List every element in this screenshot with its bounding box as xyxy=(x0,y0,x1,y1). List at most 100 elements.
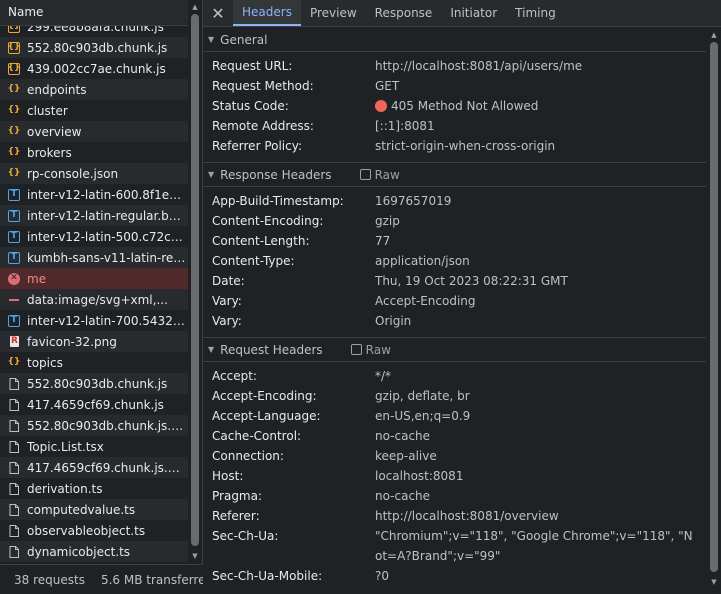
raw-label: Raw xyxy=(365,342,391,357)
request-name: inter-v12-latin-700.54321e... xyxy=(27,313,188,328)
tab-timing[interactable]: Timing xyxy=(506,0,565,26)
scroll-up-arrow-icon[interactable]: ▲ xyxy=(710,31,718,39)
header-row: Accept: */* xyxy=(203,366,706,386)
font-file-icon: T xyxy=(8,209,20,222)
request-row[interactable]: computedvalue.ts xyxy=(0,499,188,520)
request-row[interactable]: 552.80c903db.chunk.js.map xyxy=(0,415,188,436)
header-value: gzip, deflate, br xyxy=(375,389,470,403)
request-row[interactable]: {} rp-console.json xyxy=(0,163,188,184)
header-value-cell: strict-origin-when-cross-origin xyxy=(375,136,706,156)
header-row: Pragma: no-cache xyxy=(203,486,706,506)
header-value: "Chromium";v="118", "Google Chrome";v="1… xyxy=(375,529,693,563)
scrollbar-thumb[interactable] xyxy=(191,14,199,546)
header-value: application/json xyxy=(375,254,470,268)
header-value-cell: 405 Method Not Allowed xyxy=(375,96,706,116)
request-row[interactable]: Tinter-v12-latin-regular.be7c... xyxy=(0,205,188,226)
request-row[interactable]: Tinter-v12-latin-700.54321e... xyxy=(0,310,188,331)
tab-headers[interactable]: Headers xyxy=(233,0,301,26)
error-icon: ✕ xyxy=(8,272,20,285)
close-details-button[interactable]: ✕ xyxy=(203,0,233,26)
scroll-down-arrow-icon[interactable]: ▼ xyxy=(191,552,199,560)
scroll-down-arrow-icon[interactable]: ▼ xyxy=(710,578,718,586)
tab-response[interactable]: Response xyxy=(366,0,442,26)
request-row[interactable]: Topic.List.tsx xyxy=(0,436,188,457)
request-row[interactable]: observableobject.ts xyxy=(0,520,188,541)
request-row[interactable]: 417.4659cf69.chunk.js.map xyxy=(0,457,188,478)
request-row[interactable]: data:image/svg+xml,... xyxy=(0,289,188,310)
request-list: {} 299.ee8b8afa.chunk.js {} 552.80c903db.ch… xyxy=(0,26,188,564)
header-row: Request Method: GET xyxy=(203,76,706,96)
request-name: overview xyxy=(27,124,82,139)
request-row[interactable]: Rfavicon-32.png xyxy=(0,331,188,352)
request-name: inter-v12-latin-regular.be7c... xyxy=(27,208,188,223)
raw-label: Raw xyxy=(374,167,400,182)
request-row[interactable]: {} topics xyxy=(0,352,188,373)
json-file-icon: {} xyxy=(7,168,21,178)
request-row[interactable]: Tinter-v12-latin-600.8f1e030... xyxy=(0,184,188,205)
header-row: Vary: Accept-Encoding xyxy=(203,291,706,311)
tab-preview[interactable]: Preview xyxy=(301,0,366,26)
header-value-cell: http://localhost:8081/api/users/me xyxy=(375,56,706,76)
raw-toggle[interactable]: Raw xyxy=(350,342,391,357)
general-section: Request URL: http://localhost:8081/api/us… xyxy=(203,52,706,163)
header-name: Content-Type: xyxy=(212,254,295,268)
request-list-scrollbar[interactable]: ▲ ▼ xyxy=(188,0,202,564)
image-file-icon: R xyxy=(10,336,19,347)
header-value: 1697657019 xyxy=(375,194,452,208)
request-row[interactable]: {} endpoints xyxy=(0,79,188,100)
header-name: Accept-Language: xyxy=(212,409,321,423)
details-scrollbar[interactable]: ▲ ▼ xyxy=(706,28,721,594)
name-column-header[interactable]: Name xyxy=(0,0,188,26)
header-value: 405 Method Not Allowed xyxy=(391,99,539,113)
header-row: Remote Address: [::1]:8081 xyxy=(203,116,706,136)
header-value: strict-origin-when-cross-origin xyxy=(375,139,556,153)
request-row[interactable]: Tkumbh-sans-v11-latin-regul... xyxy=(0,247,188,268)
request-name: cluster xyxy=(27,103,68,118)
raw-checkbox[interactable] xyxy=(359,169,371,180)
header-value: */* xyxy=(375,369,392,383)
json-file-icon: {} xyxy=(7,126,21,136)
expand-triangle-icon: ▼ xyxy=(208,170,215,179)
header-name: Connection: xyxy=(212,449,284,463)
header-row: Content-Type: application/json xyxy=(203,251,706,271)
request-row[interactable]: {} 299.ee8b8afa.chunk.js xyxy=(0,26,188,37)
raw-checkbox[interactable] xyxy=(350,344,362,355)
headers-pane: ▼ General Request URL: http://localhost:8… xyxy=(203,28,706,594)
header-name: Referer: xyxy=(212,509,260,523)
request-row[interactable]: dynamicobject.ts xyxy=(0,541,188,562)
header-name: Remote Address: xyxy=(212,119,314,133)
header-value: Accept-Encoding xyxy=(375,294,476,308)
scrollbar-thumb[interactable] xyxy=(710,42,718,572)
header-name: Pragma: xyxy=(212,489,263,503)
request-row[interactable]: {} 439.002cc7ae.chunk.js xyxy=(0,58,188,79)
header-value-cell: no-cache xyxy=(375,426,706,446)
request-name: inter-v12-latin-600.8f1e030... xyxy=(27,187,188,202)
request-row[interactable]: ✕ me xyxy=(0,268,188,289)
response-headers-section-header[interactable]: ▼ Response Headers Raw xyxy=(203,163,706,187)
scroll-up-arrow-icon[interactable]: ▲ xyxy=(191,3,199,11)
request-row[interactable]: derivation.ts xyxy=(0,478,188,499)
request-row[interactable]: {} 552.80c903db.chunk.js xyxy=(0,37,188,58)
header-row: Accept-Language: en-US,en;q=0.9 xyxy=(203,406,706,426)
details-tab-bar: ✕ Headers Preview Response Initiator Timing xyxy=(203,0,721,27)
request-row[interactable]: 417.4659cf69.chunk.js xyxy=(0,394,188,415)
header-row: Content-Length: 77 xyxy=(203,231,706,251)
header-value-cell: gzip, deflate, br xyxy=(375,386,706,406)
tab-initiator[interactable]: Initiator xyxy=(441,0,506,26)
request-row[interactable]: {} cluster xyxy=(0,100,188,121)
request-name: 552.80c903db.chunk.js xyxy=(27,40,168,55)
header-value-cell: Thu, 19 Oct 2023 08:22:31 GMT xyxy=(375,271,706,291)
expand-triangle-icon: ▼ xyxy=(208,35,215,44)
request-row[interactable]: {} overview xyxy=(0,121,188,142)
raw-toggle[interactable]: Raw xyxy=(359,167,400,182)
request-row[interactable]: Tinter-v12-latin-500.c72c72... xyxy=(0,226,188,247)
status-error-dot-icon xyxy=(375,100,387,112)
request-name: brokers xyxy=(27,145,72,160)
header-value: no-cache xyxy=(375,489,431,503)
request-row[interactable]: {} brokers xyxy=(0,142,188,163)
section-title: Request Headers xyxy=(220,342,323,357)
request-headers-section-header[interactable]: ▼ Request Headers Raw xyxy=(203,338,706,362)
request-name: dynamicobject.ts xyxy=(27,544,131,559)
request-row[interactable]: 552.80c903db.chunk.js xyxy=(0,373,188,394)
general-section-header[interactable]: ▼ General xyxy=(203,28,706,52)
